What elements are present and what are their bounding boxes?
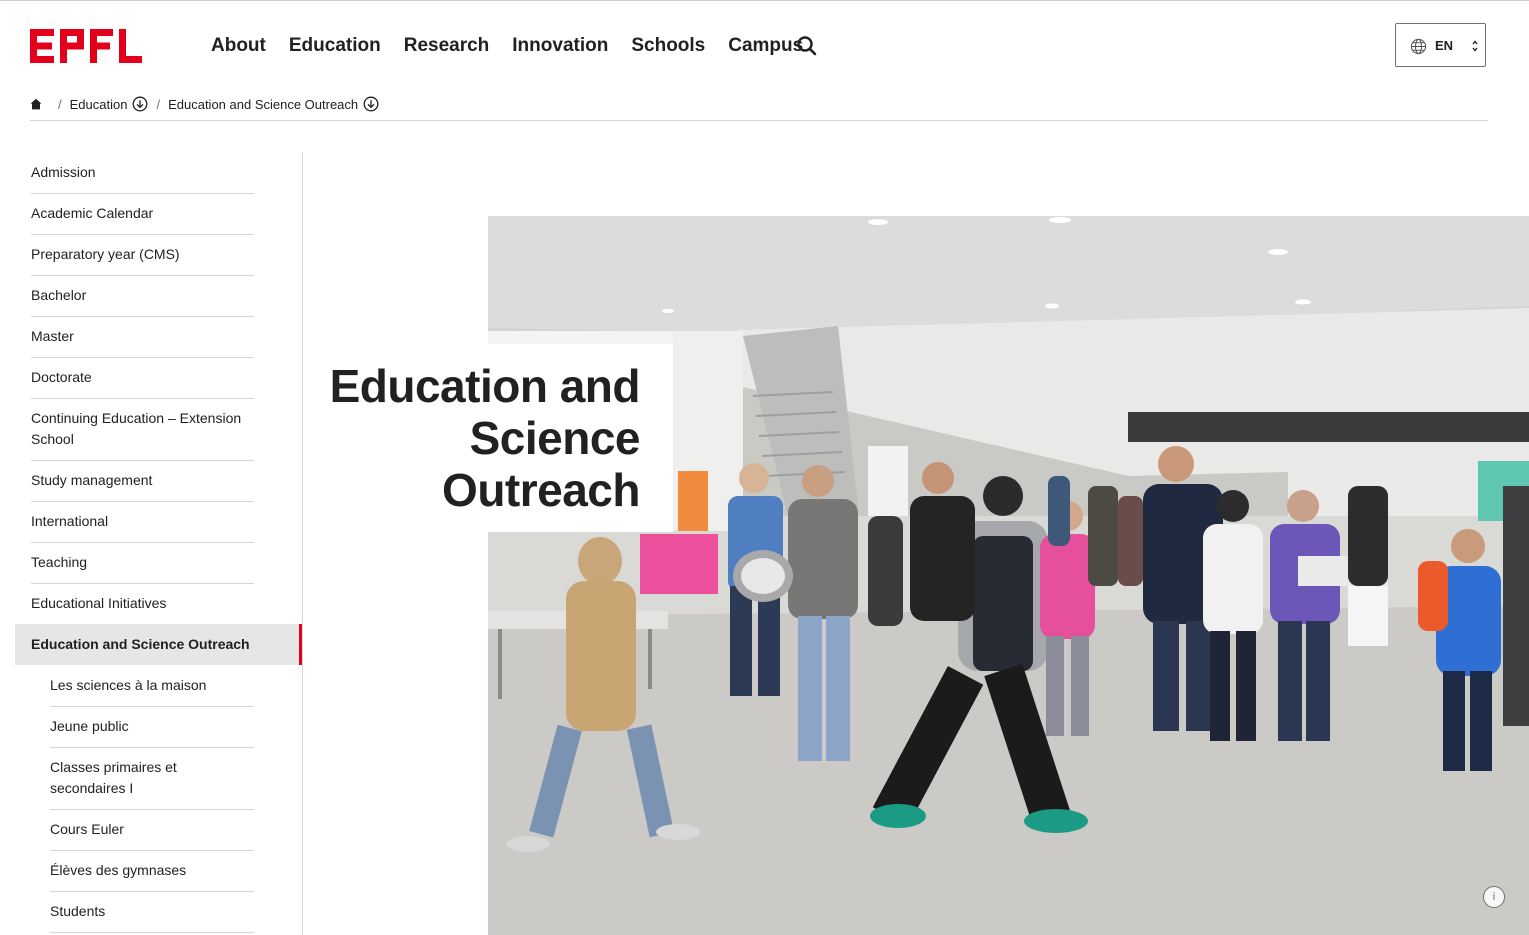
breadcrumb-label: Education and Science Outreach [168,96,359,112]
sidebar-item-academic-calendar[interactable]: Academic Calendar [31,203,254,235]
language-code: EN [1435,38,1454,53]
sidebar-item-study-management[interactable]: Study management [31,470,254,502]
nav-campus[interactable]: Campus [728,34,803,58]
sidebar-nav: Admission Academic Calendar Preparatory … [15,152,303,935]
sidebar-subitem-jeune-public[interactable]: Jeune public [50,716,254,748]
chevron-down-circle-icon[interactable] [363,96,379,112]
sidebar-item-label: Teaching [31,554,88,570]
sidebar-subitem-cours-euler[interactable]: Cours Euler [50,819,254,851]
home-icon[interactable] [30,98,42,110]
hero-title-box: Education and Science Outreach [330,344,673,532]
hero-image [488,216,1529,935]
sidebar-item-label: Educational Initiatives [31,595,167,611]
sidebar-item-label: Academic Calendar [31,205,154,221]
page-title: Education and Science Outreach [329,360,641,516]
sidebar-item-label: Preparatory year (CMS) [31,246,180,262]
sidebar-item-label: Master [31,328,74,344]
breadcrumb-item-outreach[interactable]: Education and Science Outreach [168,96,379,112]
nav-education[interactable]: Education [289,34,381,58]
sidebar-subitem-eleves-gymnases[interactable]: Élèves des gymnases [50,860,254,892]
sidebar-item-international[interactable]: International [31,511,254,543]
hero-photo-illustration [488,216,1529,935]
sidebar-item-bachelor[interactable]: Bachelor [31,285,254,317]
epfl-logo[interactable] [30,29,142,63]
sidebar-subitem-label: Classes primaires et secondaires I [50,759,177,796]
chevron-updown-icon [1472,40,1478,52]
language-switcher[interactable]: EN [1395,23,1486,67]
sidebar-item-label: Study management [31,472,153,488]
sidebar-subitem-sciences-maison[interactable]: Les sciences à la maison [50,675,254,707]
sidebar-subitem-label: Élèves des gymnases [50,862,187,878]
sidebar-item-master[interactable]: Master [31,326,254,358]
globe-icon [1410,38,1427,55]
site-header: About Education Research Innovation Scho… [0,1,1529,89]
sidebar-item-label: International [31,513,109,529]
nav-schools[interactable]: Schools [631,34,705,58]
sidebar-subitem-label: Les sciences à la maison [50,677,207,693]
sidebar-item-label: Doctorate [31,369,92,385]
breadcrumb-separator: / [156,96,161,112]
breadcrumb-item-education[interactable]: Education [70,96,149,112]
sidebar-item-admission[interactable]: Admission [31,162,254,194]
sidebar-item-label: Education and Science Outreach [31,636,250,652]
sidebar-subitem-label: Students [50,903,106,919]
breadcrumb-separator: / [58,96,62,112]
main-nav: About Education Research Innovation Scho… [211,34,826,58]
info-icon[interactable]: i [1483,886,1505,908]
chevron-down-circle-icon[interactable] [132,96,148,112]
sidebar-item-label: Admission [31,164,96,180]
nav-innovation[interactable]: Innovation [512,34,608,58]
sidebar-item-educational-initiatives[interactable]: Educational Initiatives [31,593,254,625]
sidebar-subitem-label: Cours Euler [50,821,124,837]
sidebar-item-continuing-education[interactable]: Continuing Education – Extension School [31,408,254,461]
sidebar-subitem-students[interactable]: Students [50,901,254,933]
sidebar-item-preparatory-year[interactable]: Preparatory year (CMS) [31,244,254,276]
sidebar-item-label: Bachelor [31,287,87,303]
breadcrumb-label: Education [69,96,128,112]
sidebar-item-active-outreach[interactable]: Education and Science Outreach [15,624,302,665]
sidebar-item-label: Continuing Education – Extension School [31,410,242,447]
search-icon[interactable] [795,34,819,58]
sidebar-subitem-classes-primaires[interactable]: Classes primaires et secondaires I [50,757,254,810]
breadcrumb: / Education / Education and Science Outr… [30,96,1488,121]
nav-research[interactable]: Research [404,34,490,58]
sidebar-subitem-label: Jeune public [50,718,129,734]
sidebar-item-doctorate[interactable]: Doctorate [31,367,254,399]
nav-about[interactable]: About [211,34,266,58]
sidebar-item-teaching[interactable]: Teaching [31,552,254,584]
